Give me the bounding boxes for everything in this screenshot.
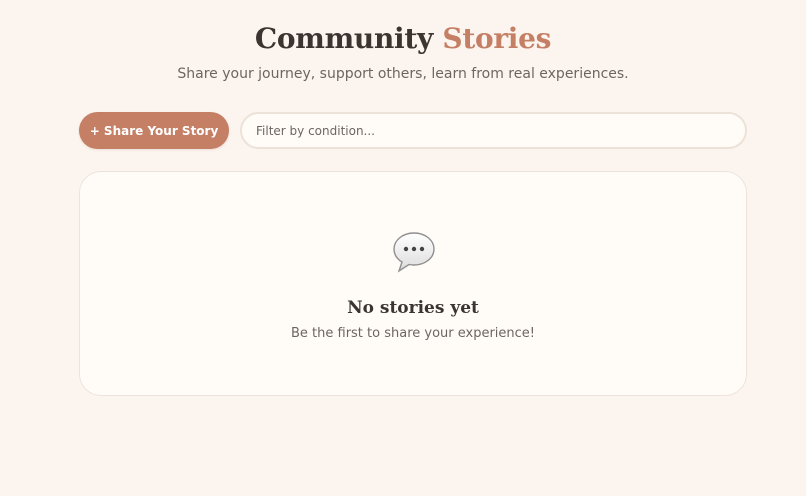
share-story-button[interactable]: + Share Your Story [79, 112, 229, 149]
page-title: Community Stories [0, 19, 806, 59]
stories-empty-state: No stories yet Be the first to share you… [79, 171, 747, 396]
page-subtitle: Share your journey, support others, lear… [177, 66, 629, 82]
empty-state-title: No stories yet [347, 298, 479, 318]
speech-bubble-icon [393, 232, 435, 273]
filter-condition-input[interactable] [240, 112, 747, 149]
page-title-main: Community [254, 22, 433, 55]
empty-state-message: Be the first to share your experience! [290, 326, 536, 341]
page-title-accent: Stories [442, 22, 552, 55]
community-stories-page: Community Stories Share your journey, su… [0, 0, 806, 496]
